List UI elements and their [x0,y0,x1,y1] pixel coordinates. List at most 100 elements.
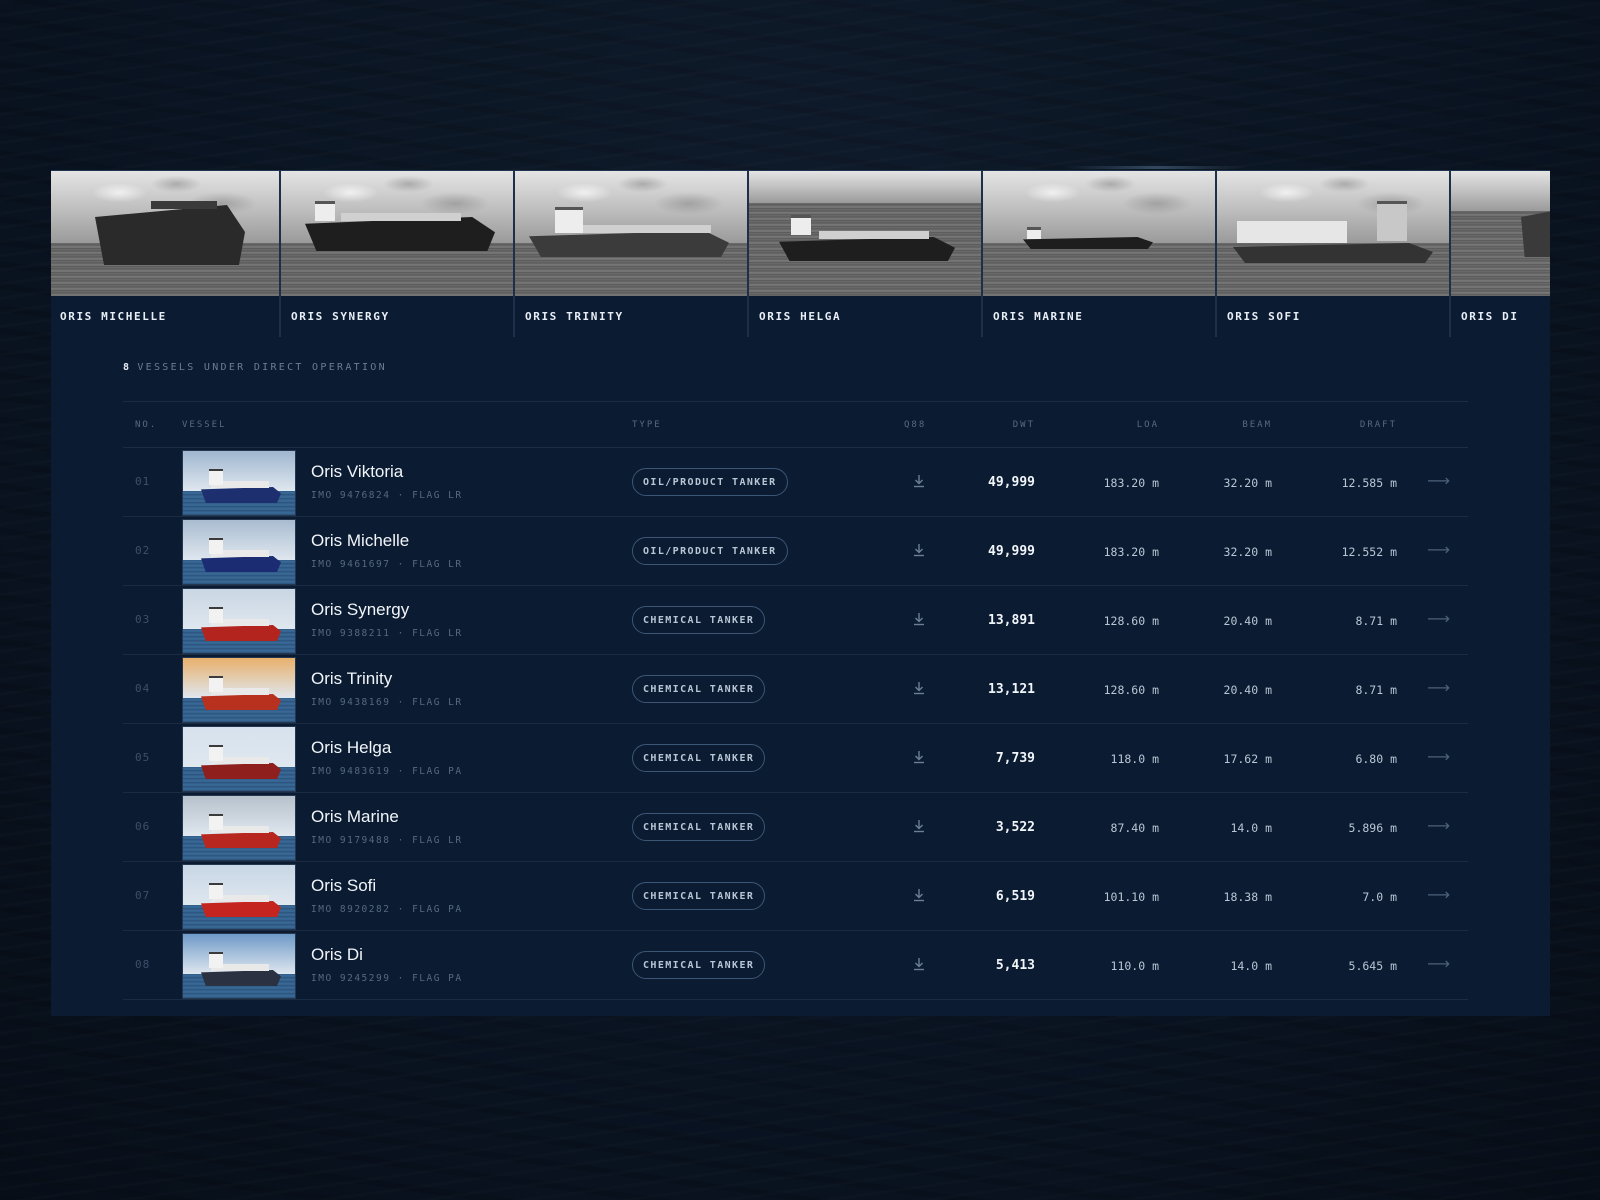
gallery-card[interactable]: ORIS HELGA [749,171,983,337]
vessel-draft: 12.552 m [1341,545,1397,559]
download-icon[interactable] [912,818,926,834]
vessel-dwt: 49,999 [988,544,1035,559]
arrow-right-icon[interactable]: ⟶ [1427,609,1450,628]
download-icon[interactable] [912,887,926,903]
vessel-dwt: 49,999 [988,475,1035,490]
vessel-type-badge: CHEMICAL TANKER [632,813,766,841]
col-header-loa: LOA [1136,420,1159,430]
vessel-name[interactable]: Oris Trinity [311,669,392,689]
vessel-loa: 110.0 m [1110,959,1159,973]
vessel-name[interactable]: Oris Viktoria [311,462,403,482]
vessel-draft: 6.80 m [1355,752,1397,766]
fleet-panel: ORIS MICHELLE ORIS SYNERGY ORIS TRINITY [51,170,1550,1016]
vessel-thumbnail [182,588,296,654]
vessel-draft: 5.896 m [1348,821,1397,835]
arrow-right-icon[interactable]: ⟶ [1427,747,1450,766]
download-icon[interactable] [912,473,926,489]
gallery-card-label: ORIS SOFI [1227,310,1302,323]
row-number: 06 [135,820,151,833]
table-row[interactable]: 01 Oris Viktoria IMO 9476824 · FLAG LR O… [123,448,1468,517]
vessel-name[interactable]: Oris Michelle [311,531,409,551]
vessel-name[interactable]: Oris Helga [311,738,391,758]
gallery-card[interactable]: ORIS SOFI [1217,171,1451,337]
vessel-photo [515,171,747,296]
col-header-no: NO. [135,420,158,430]
fleet-summary: 8 VESSELS UNDER DIRECT OPERATION [123,362,387,373]
col-header-draft: DRAFT [1359,420,1397,430]
vessel-beam: 14.0 m [1230,959,1272,973]
arrow-right-icon[interactable]: ⟶ [1427,540,1450,559]
arrow-right-icon[interactable]: ⟶ [1427,816,1450,835]
vessel-thumbnail [182,657,296,723]
vessel-beam: 32.20 m [1223,476,1272,490]
vessel-thumbnail [182,864,296,930]
download-icon[interactable] [912,611,926,627]
table-row[interactable]: 07 Oris Sofi IMO 8920282 · FLAG PA CHEMI… [123,862,1468,931]
download-icon[interactable] [912,956,926,972]
vessel-type-badge: CHEMICAL TANKER [632,606,766,634]
vessel-gallery[interactable]: ORIS MICHELLE ORIS SYNERGY ORIS TRINITY [51,171,1550,337]
table-header: NO. VESSEL TYPE Q88 DWT LOA BEAM DRAFT [123,410,1468,448]
gallery-card[interactable]: ORIS TRINITY [515,171,749,337]
vessel-imo-flag: IMO 9388211 · FLAG LR [311,628,463,639]
table-divider [123,401,1468,402]
vessel-thumbnail [182,795,296,861]
gallery-card[interactable]: ORIS SYNERGY [281,171,515,337]
vessel-dwt: 3,522 [995,820,1035,835]
col-header-vessel: VESSEL [182,420,227,430]
gallery-card-label: ORIS MICHELLE [60,310,167,323]
vessel-name[interactable]: Oris Sofi [311,876,376,896]
gallery-card-label: ORIS HELGA [759,310,842,323]
vessel-name[interactable]: Oris Di [311,945,363,965]
arrow-right-icon[interactable]: ⟶ [1427,678,1450,697]
gallery-card[interactable]: ORIS MICHELLE [51,171,281,337]
download-icon[interactable] [912,542,926,558]
vessel-type-badge: CHEMICAL TANKER [632,882,766,910]
vessel-count: 8 [123,362,132,373]
gallery-card[interactable]: ORIS DI [1451,171,1550,337]
col-header-beam: BEAM [1242,420,1272,430]
vessel-imo-flag: IMO 9461697 · FLAG LR [311,559,463,570]
vessel-loa: 183.20 m [1103,545,1159,559]
row-number: 01 [135,475,151,488]
table-row[interactable]: 06 Oris Marine IMO 9179488 · FLAG LR CHE… [123,793,1468,862]
vessel-dwt: 7,739 [995,751,1035,766]
table-row[interactable]: 03 Oris Synergy IMO 9388211 · FLAG LR CH… [123,586,1468,655]
vessel-beam: 18.38 m [1223,890,1272,904]
vessel-imo-flag: IMO 9483619 · FLAG PA [311,766,463,777]
vessel-photo [983,171,1215,296]
download-icon[interactable] [912,749,926,765]
vessel-draft: 8.71 m [1355,683,1397,697]
arrow-right-icon[interactable]: ⟶ [1427,885,1450,904]
row-number: 03 [135,613,151,626]
col-header-dwt: DWT [1012,420,1035,430]
row-number: 08 [135,958,151,971]
table-row[interactable]: 05 Oris Helga IMO 9483619 · FLAG PA CHEM… [123,724,1468,793]
vessel-type-badge: CHEMICAL TANKER [632,675,766,703]
gallery-card[interactable]: ORIS MARINE [983,171,1217,337]
vessel-type-badge: CHEMICAL TANKER [632,951,766,979]
vessel-thumbnail [182,726,296,792]
vessel-loa: 128.60 m [1103,683,1159,697]
vessel-beam: 14.0 m [1230,821,1272,835]
vessel-type-badge: OIL/PRODUCT TANKER [632,468,788,496]
arrow-right-icon[interactable]: ⟶ [1427,954,1450,973]
vessel-draft: 12.585 m [1341,476,1397,490]
vessel-dwt: 6,519 [995,889,1035,904]
vessel-photo [1451,171,1550,296]
table-row[interactable]: 08 Oris Di IMO 9245299 · FLAG PA CHEMICA… [123,931,1468,1000]
arrow-right-icon[interactable]: ⟶ [1427,471,1450,490]
vessel-draft: 8.71 m [1355,614,1397,628]
table-row[interactable]: 04 Oris Trinity IMO 9438169 · FLAG LR CH… [123,655,1468,724]
gallery-card-label: ORIS DI [1461,310,1519,323]
vessel-name[interactable]: Oris Synergy [311,600,409,620]
vessel-beam: 32.20 m [1223,545,1272,559]
download-icon[interactable] [912,680,926,696]
vessel-imo-flag: IMO 9245299 · FLAG PA [311,973,463,984]
table-row[interactable]: 02 Oris Michelle IMO 9461697 · FLAG LR O… [123,517,1468,586]
row-number: 02 [135,544,151,557]
vessel-dwt: 13,891 [988,613,1035,628]
vessel-name[interactable]: Oris Marine [311,807,399,827]
vessel-photo [51,171,279,296]
vessel-loa: 87.40 m [1110,821,1159,835]
